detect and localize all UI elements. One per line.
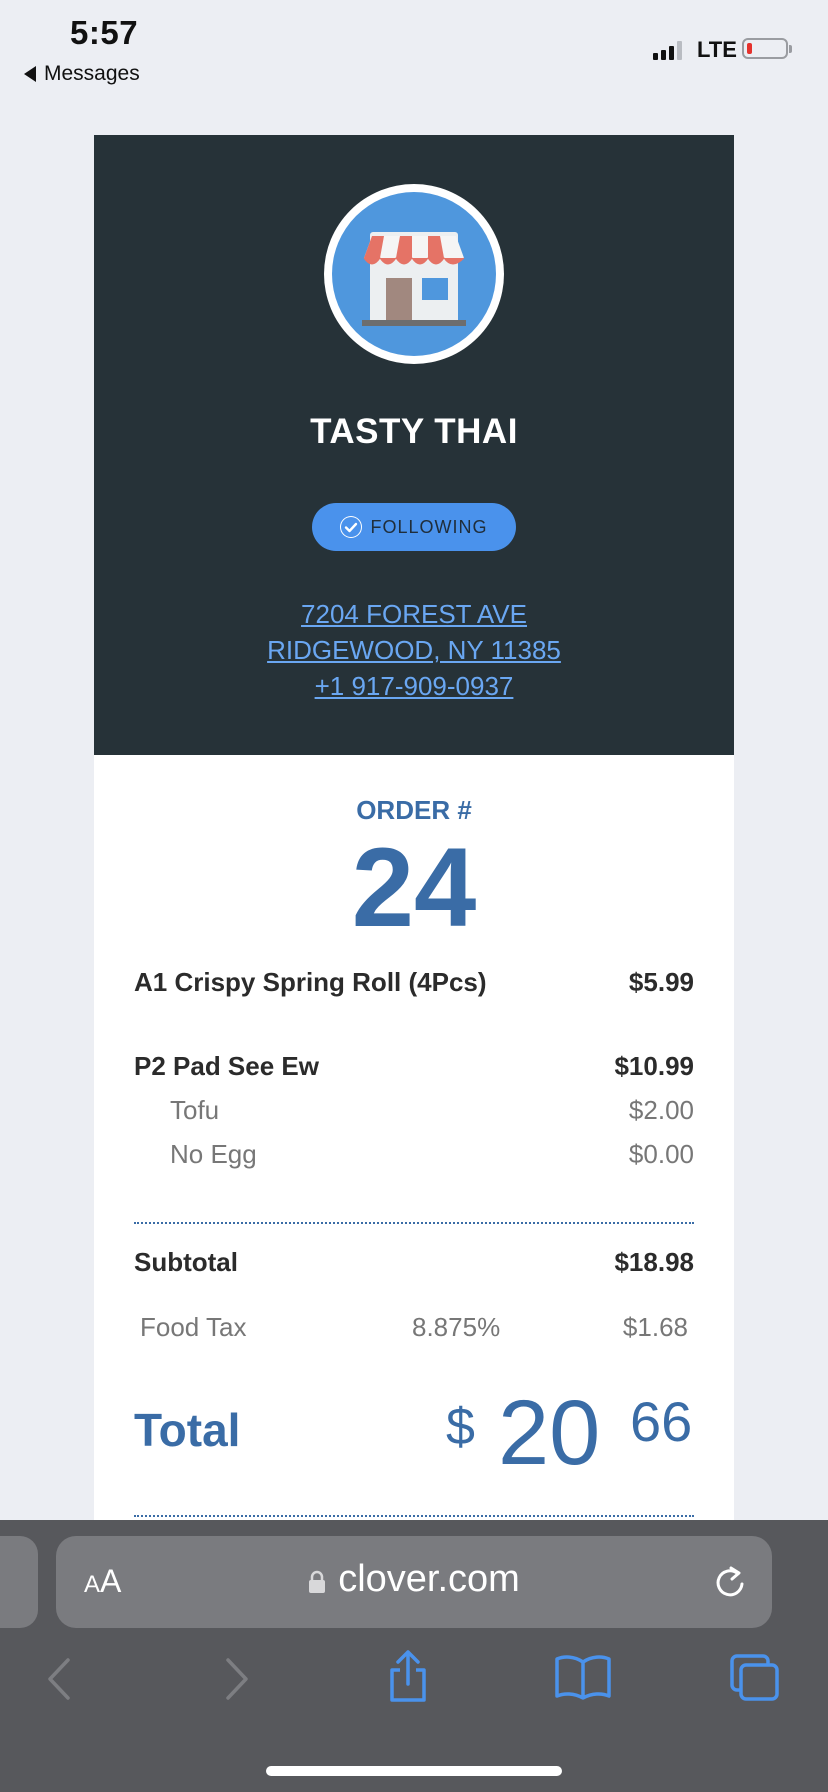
following-button[interactable]: FOLLOWING <box>312 503 516 551</box>
line-item-name: P2 Pad See Ew <box>134 1051 319 1081</box>
home-indicator[interactable] <box>266 1766 562 1776</box>
network-type: LTE <box>697 37 737 62</box>
subtotal-label: Subtotal <box>134 1247 238 1277</box>
address-line1-link[interactable]: 7204 FOREST AVE <box>94 596 734 632</box>
order-number: 24 <box>351 825 477 950</box>
subtotal-row: Subtotal $18.98 <box>134 1247 694 1278</box>
following-label: FOLLOWING <box>370 516 488 537</box>
tax-label: Food Tax <box>140 1312 247 1342</box>
total-whole: 20 <box>498 1382 601 1484</box>
total-cents: 66 <box>630 1390 693 1453</box>
check-icon <box>340 516 363 538</box>
back-icon[interactable] <box>44 1656 74 1702</box>
browser-bar: AA clover.com <box>0 1520 828 1792</box>
line-item-name: A1 Crispy Spring Roll (4Pcs) <box>134 967 487 997</box>
total-currency: $ <box>446 1398 475 1456</box>
dotted-divider <box>134 1222 694 1224</box>
bookmarks-icon[interactable] <box>554 1654 612 1700</box>
modifier-row: No Egg $0.00 <box>134 1139 694 1170</box>
modifier-price: $0.00 <box>628 1139 694 1169</box>
signal-icon <box>653 40 682 60</box>
line-item-price: $5.99 <box>628 967 694 997</box>
store-address: 7204 FOREST AVE RIDGEWOOD, NY 11385 +1 9… <box>94 596 734 704</box>
forward-icon[interactable] <box>222 1656 252 1702</box>
dotted-divider <box>134 1515 694 1517</box>
store-header: TASTY THAI FOLLOWING 7204 FOREST AVE RID… <box>94 135 734 755</box>
url-display[interactable]: clover.com <box>56 1558 772 1601</box>
tax-amount: $1.68 <box>622 1312 688 1342</box>
back-triangle-icon <box>24 66 36 82</box>
store-name: TASTY THAI <box>310 412 518 451</box>
tabs-icon[interactable] <box>728 1652 782 1704</box>
modifier-name: Tofu <box>170 1095 220 1125</box>
receipt-card: TASTY THAI FOLLOWING 7204 FOREST AVE RID… <box>94 135 734 1520</box>
back-app-label: Messages <box>44 62 140 85</box>
total-label: Total <box>134 1404 241 1456</box>
status-time: 5:57 <box>70 14 139 51</box>
order-label: ORDER # <box>356 795 472 825</box>
reload-icon[interactable] <box>712 1562 750 1602</box>
modifier-row: Tofu $2.00 <box>134 1095 694 1126</box>
tax-rate: 8.875% <box>412 1312 501 1342</box>
address-line2-link[interactable]: RIDGEWOOD, NY 11385 <box>94 632 734 668</box>
subtotal-value: $18.98 <box>614 1247 694 1277</box>
line-item-price: $10.99 <box>614 1051 694 1081</box>
url-text: clover.com <box>338 1558 520 1600</box>
phone-link[interactable]: +1 917-909-0937 <box>94 668 734 704</box>
line-item: A1 Crispy Spring Roll (4Pcs) $5.99 <box>134 967 694 998</box>
battery-icon <box>742 38 792 59</box>
store-logo <box>324 184 504 364</box>
previous-tab-edge[interactable] <box>0 1536 38 1628</box>
share-icon[interactable] <box>386 1648 430 1704</box>
storefront-icon <box>362 232 466 326</box>
line-item: P2 Pad See Ew $10.99 <box>134 1051 694 1082</box>
back-to-app[interactable]: Messages <box>24 62 140 86</box>
address-bar[interactable]: AA clover.com <box>56 1536 772 1628</box>
lock-icon <box>309 1570 326 1593</box>
modifier-name: No Egg <box>170 1139 257 1169</box>
modifier-price: $2.00 <box>628 1095 694 1125</box>
